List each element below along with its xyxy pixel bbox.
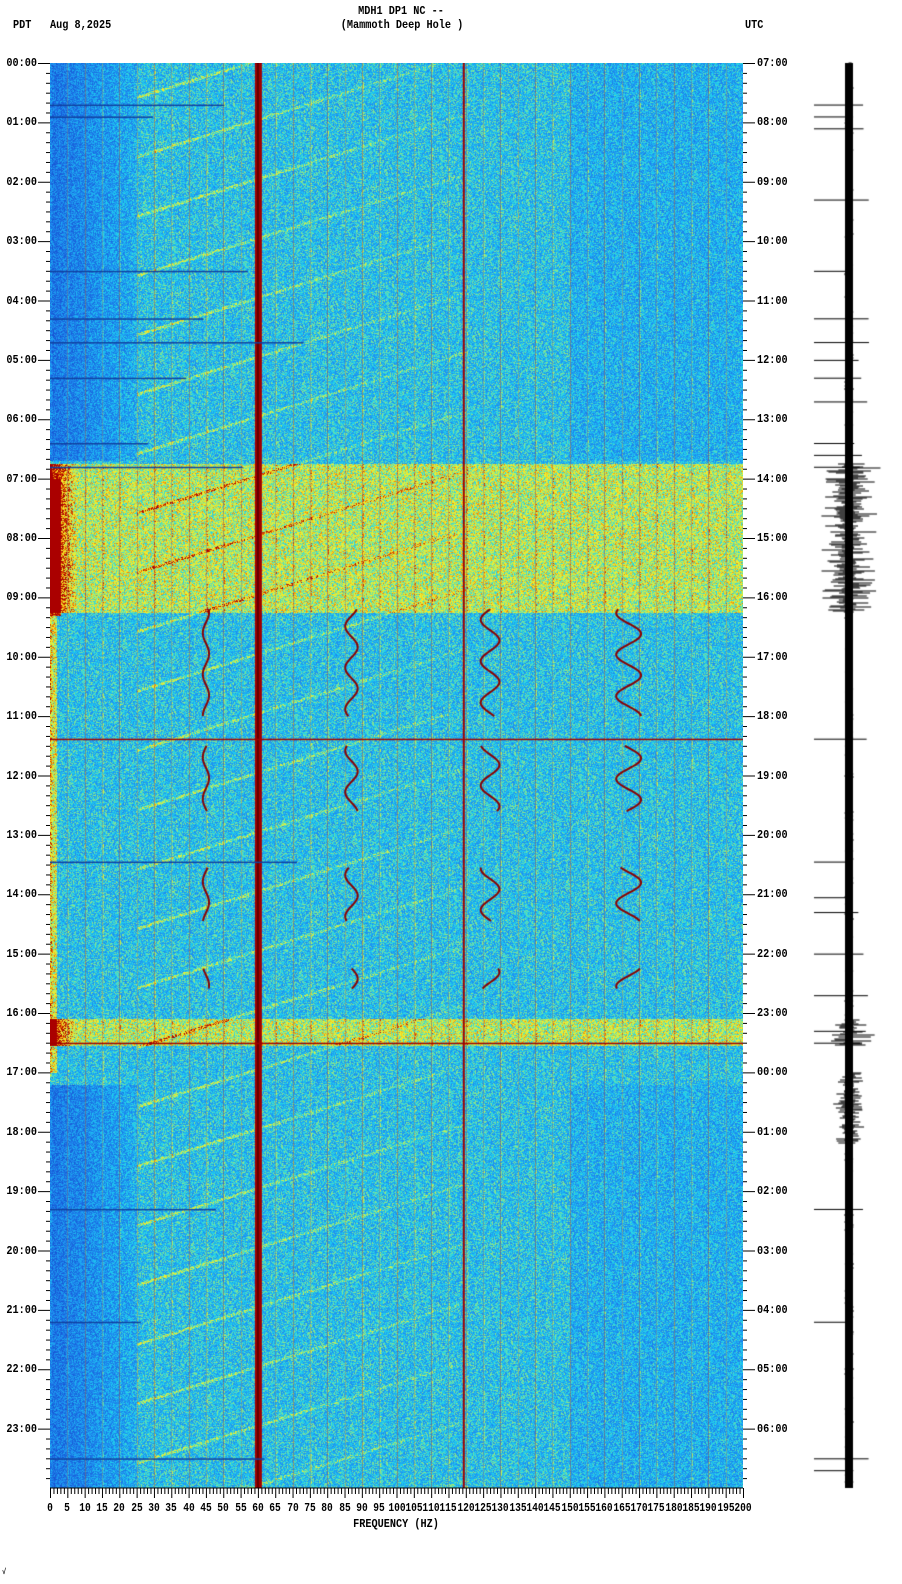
y-tick-label-right: 21:00 (757, 887, 788, 902)
y-tick-label-left: 13:00 (6, 827, 37, 842)
y-tick-label-right: 19:00 (757, 768, 788, 783)
y-tick-label-right: 15:00 (757, 531, 788, 545)
x-tick-label: 80 (321, 1501, 333, 1515)
y-tick-label-right: 12:00 (757, 352, 788, 367)
y-tick-label-left: 03:00 (6, 234, 37, 249)
x-tick-label: 65 (269, 1501, 281, 1515)
y-tick-label-right: 13:00 (757, 412, 788, 427)
x-tick-label: 70 (286, 1501, 299, 1515)
x-tick-label: 160 (595, 1501, 614, 1515)
y-tick-label-right: 16:00 (757, 590, 788, 605)
x-tick-label: 60 (252, 1501, 264, 1515)
x-tick-label: 130 (491, 1501, 510, 1515)
x-tick-label: 35 (165, 1501, 178, 1515)
x-tick-label: 5 (64, 1501, 71, 1515)
y-tick-label-left: 15:00 (6, 946, 37, 961)
y-tick-label-left: 05:00 (6, 352, 37, 367)
x-tick-label: 110 (422, 1501, 440, 1515)
y-tick-label-right: 14:00 (757, 471, 788, 486)
spectrogram-heatmap (50, 63, 743, 1488)
x-tick-label: 55 (234, 1501, 247, 1515)
x-tick-label: 100 (387, 1501, 406, 1515)
seismogram-trace (810, 60, 890, 1492)
y-tick-label-right: 11:00 (757, 293, 788, 308)
y-tick-label-right: 00:00 (757, 1065, 788, 1080)
x-tick-label: 200 (734, 1501, 752, 1515)
x-tick-label: 175 (647, 1501, 666, 1515)
y-tick-label-right: 05:00 (757, 1362, 788, 1377)
y-tick-label-right: 03:00 (757, 1243, 788, 1258)
y-tick-label-right: 17:00 (757, 649, 788, 664)
y-tick-label-left: 10:00 (6, 649, 37, 664)
y-tick-label-left: 01:00 (6, 115, 37, 130)
x-tick-label: 180 (665, 1501, 683, 1515)
x-tick-label: 195 (717, 1501, 735, 1515)
x-tick-label: 95 (373, 1501, 385, 1515)
x-tick-label: 170 (630, 1501, 648, 1515)
y-tick-label-left: 02:00 (6, 174, 37, 189)
y-tick-label-left: 19:00 (6, 1184, 37, 1199)
y-tick-label-left: 17:00 (6, 1065, 37, 1080)
x-tick-label: 125 (474, 1501, 492, 1515)
left-timezone: PDT (13, 18, 32, 32)
y-tick-label-left: 16:00 (6, 1006, 37, 1020)
y-tick-label-left: 09:00 (6, 590, 37, 605)
x-tick-label: 50 (217, 1501, 230, 1515)
x-tick-label: 75 (304, 1501, 316, 1515)
x-tick-label: 145 (543, 1501, 562, 1515)
x-tick-label: 140 (526, 1501, 544, 1515)
x-tick-label: 25 (130, 1501, 143, 1515)
x-tick-label: 30 (148, 1501, 160, 1515)
y-tick-label-right: 04:00 (757, 1302, 788, 1317)
y-tick-label-right: 23:00 (757, 1006, 788, 1020)
y-tick-label-left: 22:00 (6, 1362, 37, 1377)
x-tick-label: 15 (96, 1501, 108, 1515)
y-tick-label-left: 12:00 (6, 768, 37, 783)
y-tick-label-right: 10:00 (757, 234, 788, 249)
x-tick-label: 10 (78, 1501, 91, 1515)
y-tick-label-right: 09:00 (757, 174, 788, 189)
y-tick-label-left: 06:00 (6, 412, 37, 427)
chart-title: MDH1 DP1 NC -- (358, 4, 444, 18)
y-tick-label-left: 08:00 (6, 531, 37, 545)
x-tick-label: 45 (200, 1501, 212, 1515)
x-tick-label: 155 (578, 1501, 596, 1515)
station-name: (Mammoth Deep Hole ) (340, 18, 464, 32)
y-tick-label-right: 01:00 (757, 1124, 788, 1139)
x-axis-title: FREQUENCY (HZ) (353, 1517, 439, 1531)
y-tick-label-left: 18:00 (6, 1124, 37, 1139)
y-tick-label-left: 11:00 (6, 709, 37, 724)
y-tick-label-left: 21:00 (6, 1302, 37, 1317)
x-tick-label: 40 (182, 1501, 195, 1515)
y-tick-label-right: 06:00 (757, 1421, 788, 1436)
y-tick-label-left: 04:00 (6, 293, 37, 308)
right-timezone: UTC (745, 18, 764, 32)
x-tick-label: 90 (356, 1501, 368, 1515)
footer-mark: √ (2, 1568, 7, 1577)
y-tick-label-left: 00:00 (6, 56, 37, 70)
y-tick-label-left: 07:00 (6, 471, 37, 486)
x-tick-label: 135 (509, 1501, 527, 1515)
x-tick-label: 20 (113, 1501, 126, 1515)
y-tick-label-right: 08:00 (757, 115, 788, 130)
date-label: Aug 8,2025 (50, 18, 112, 32)
y-tick-label-right: 18:00 (757, 709, 788, 724)
x-tick-label: 185 (682, 1501, 700, 1515)
y-tick-label-right: 20:00 (757, 827, 788, 842)
x-tick-label: 150 (561, 1501, 579, 1515)
x-tick-label: 190 (699, 1501, 717, 1515)
x-tick-label: 165 (613, 1501, 631, 1515)
x-tick-label: 115 (439, 1501, 458, 1515)
y-tick-label-right: 22:00 (757, 946, 788, 961)
x-tick-label: 0 (47, 1501, 53, 1515)
y-tick-label-left: 14:00 (6, 887, 37, 902)
x-tick-label: 85 (338, 1501, 351, 1515)
y-tick-label-left: 23:00 (6, 1421, 37, 1436)
y-tick-label-left: 20:00 (6, 1243, 37, 1258)
y-tick-label-right: 07:00 (757, 56, 788, 70)
x-tick-label: 120 (457, 1501, 475, 1515)
y-tick-label-right: 02:00 (757, 1184, 788, 1199)
x-tick-label: 105 (405, 1501, 423, 1515)
